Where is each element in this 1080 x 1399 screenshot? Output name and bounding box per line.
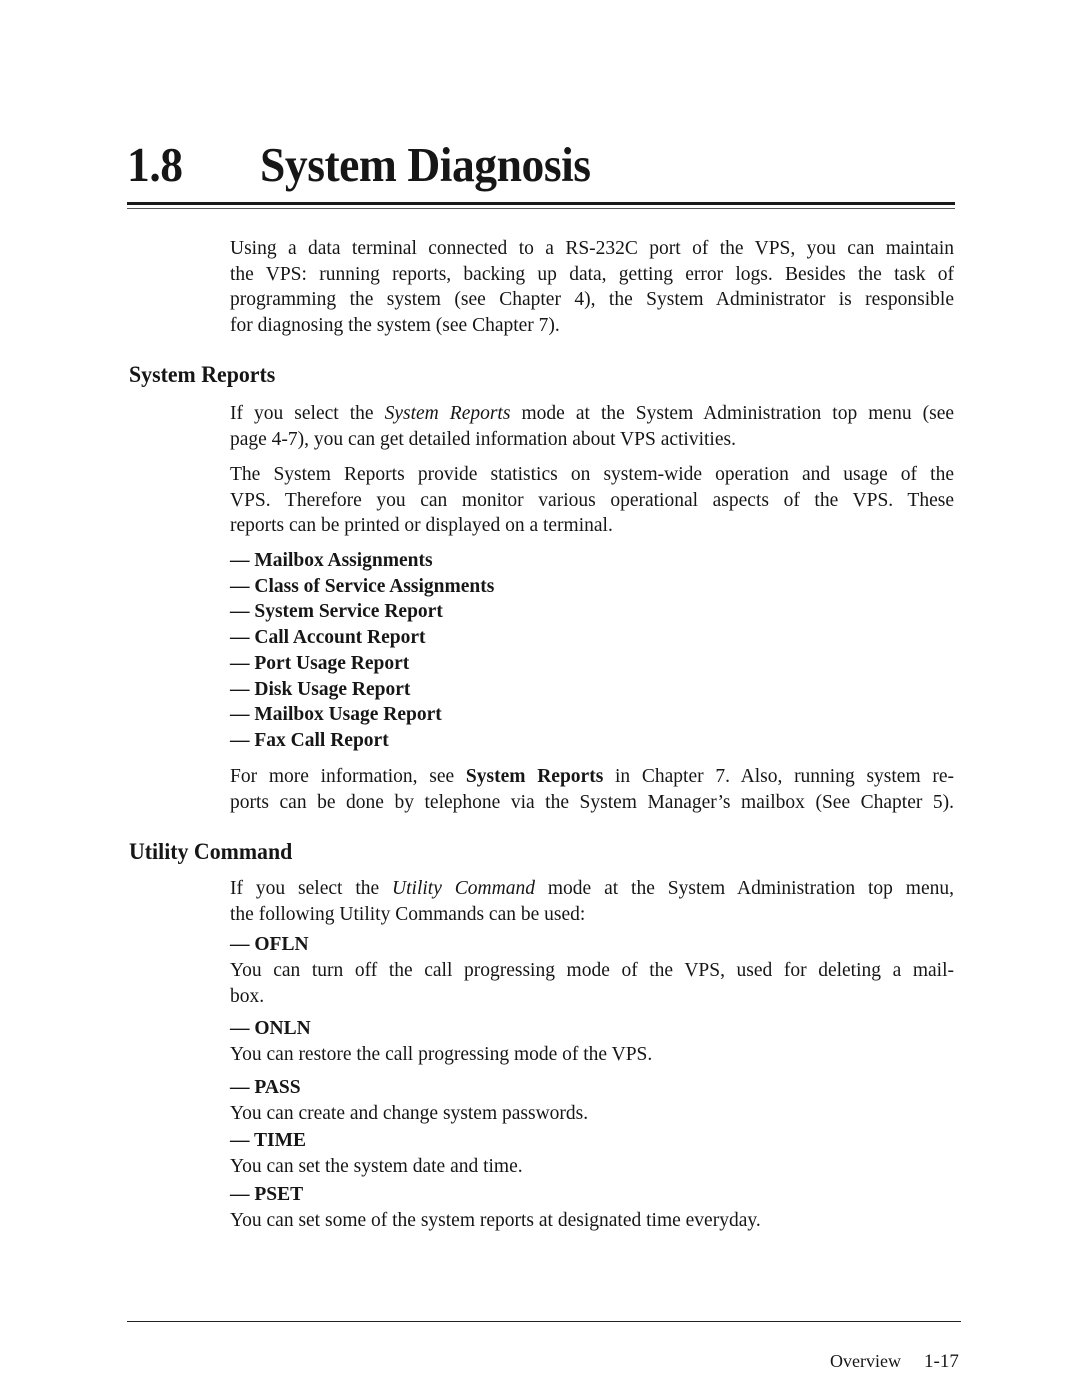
paragraph-line: If you select the System Reports mode at… [230, 401, 954, 427]
dash-bullet: — [230, 550, 250, 571]
intro-line: programming the system (see Chapter 4), … [230, 289, 954, 310]
section-title: System Diagnosis [259, 137, 591, 192]
description-line: You can set the system date and time. [230, 1156, 523, 1177]
description-line: You can turn off the call progressing mo… [230, 960, 954, 981]
text-run: in Chapter 7. Also, running system re- [603, 766, 954, 787]
utility-command-item: — PSET You can set some of the system rep… [230, 1182, 954, 1234]
report-name: Call Account Report [254, 627, 426, 649]
report-name: Fax Call Report [254, 729, 389, 751]
utility-command-intro: If you select the Utility Command mode a… [230, 876, 954, 927]
dash-bullet: — [230, 652, 250, 674]
emphasis-mode-name: System Reports [384, 403, 511, 424]
paragraph-line: the following Utility Commands can be us… [230, 903, 586, 925]
description-line: You can set some of the system reports a… [230, 1210, 761, 1231]
chapter-heading: 1.8 System Diagnosis [127, 140, 591, 189]
paragraph-line: For more information, see System Reports… [230, 764, 954, 790]
report-list-item: — Mailbox Assignments [230, 548, 494, 574]
system-reports-description: The System Reports provide statistics on… [230, 462, 954, 539]
intro-line: for diagnosing the system (see Chapter 7… [230, 314, 560, 336]
command-name: — PASS [230, 1077, 301, 1098]
heading-rule-thick [127, 202, 955, 205]
report-list-item: — Class of Service Assignments [230, 574, 494, 600]
report-name: Class of Service Assignments [254, 575, 495, 597]
heading-rule-thin [127, 208, 955, 209]
description-line: You can create and change system passwor… [230, 1103, 589, 1124]
command-name: — OFLN [230, 934, 309, 955]
report-list-item: — Call Account Report [230, 625, 494, 651]
intro-line: the VPS: running reports, backing up dat… [230, 263, 954, 285]
description-line: You can restore the call progressing mod… [230, 1044, 653, 1065]
text-run: mode at the System Administration top me… [534, 878, 954, 899]
report-list-item: — Fax Call Report [230, 728, 494, 754]
command-description: You can restore the call progressing mod… [230, 1042, 954, 1068]
dash-bullet: — [230, 678, 250, 700]
report-list-item: — System Service Report [230, 599, 494, 625]
report-list-item: — Port Usage Report [230, 651, 494, 677]
utility-command-item: — PASS You can create and change system p… [230, 1075, 954, 1127]
section-number: 1.8 [127, 137, 183, 192]
paragraph-line: page 4-7), you can get detailed informat… [230, 428, 736, 450]
report-name: Port Usage Report [254, 652, 410, 674]
footer-section-name: Overview [830, 1351, 901, 1371]
report-name: Mailbox Assignments [254, 550, 433, 571]
text-run: If you select the [230, 878, 393, 899]
dash-bullet: — [230, 601, 250, 623]
page-number: 1-17 [924, 1351, 959, 1372]
footer-rule [127, 1321, 961, 1322]
document-page: 1.8 System Diagnosis Using a data termina… [0, 0, 1080, 1399]
paragraph-line: If you select the Utility Command mode a… [230, 876, 954, 902]
text-run: For more information, see [230, 766, 466, 787]
report-name: Mailbox Usage Report [254, 704, 442, 726]
dash-bullet: — [230, 729, 250, 751]
command-description: You can set the system date and time. [230, 1154, 954, 1180]
dash-bullet: — [230, 627, 250, 649]
report-list: — Mailbox Assignments — Class of Service … [230, 548, 494, 754]
paragraph-line: ports can be done by telephone via the S… [230, 791, 954, 813]
paragraph-line: VPS. Therefore you can monitor various o… [230, 489, 954, 511]
paragraph-line: reports can be printed or displayed on a… [230, 515, 613, 536]
command-description: You can turn off the call progressing mo… [230, 958, 954, 1010]
utility-command-item: — OFLN You can turn off the call progress… [230, 932, 954, 1010]
system-reports-more-info: For more information, see System Reports… [230, 764, 954, 815]
command-description: You can set some of the system reports a… [230, 1208, 954, 1234]
report-name: Disk Usage Report [254, 678, 411, 700]
description-line: box. [230, 986, 265, 1007]
paragraph-line: The System Reports provide statistics on… [230, 464, 954, 485]
command-name: — ONLN [230, 1018, 311, 1039]
system-reports-heading: System Reports [129, 362, 276, 387]
report-list-item: — Disk Usage Report [230, 677, 494, 703]
emphasis-mode-name: Utility Command [392, 878, 535, 899]
text-run: If you select the [230, 403, 385, 424]
dash-bullet: — [230, 575, 250, 597]
intro-line: Using a data terminal connected to a RS-… [230, 238, 954, 259]
dash-bullet: — [230, 704, 250, 726]
utility-command-heading: Utility Command [129, 839, 293, 864]
utility-command-item: — ONLN You can restore the call progressi… [230, 1016, 954, 1068]
report-list-item: — Mailbox Usage Report [230, 702, 494, 728]
command-name: — TIME [230, 1130, 307, 1151]
command-name: — PSET [230, 1184, 304, 1205]
utility-command-item: — TIME You can set the system date and ti… [230, 1128, 954, 1180]
cross-reference: System Reports [465, 766, 604, 787]
system-reports-intro: If you select the System Reports mode at… [230, 401, 954, 452]
intro-paragraph: Using a data terminal connected to a RS-… [230, 236, 954, 338]
text-run: mode at the System Administration top me… [510, 403, 955, 424]
command-description: You can create and change system passwor… [230, 1101, 954, 1127]
report-name: System Service Report [254, 601, 443, 623]
